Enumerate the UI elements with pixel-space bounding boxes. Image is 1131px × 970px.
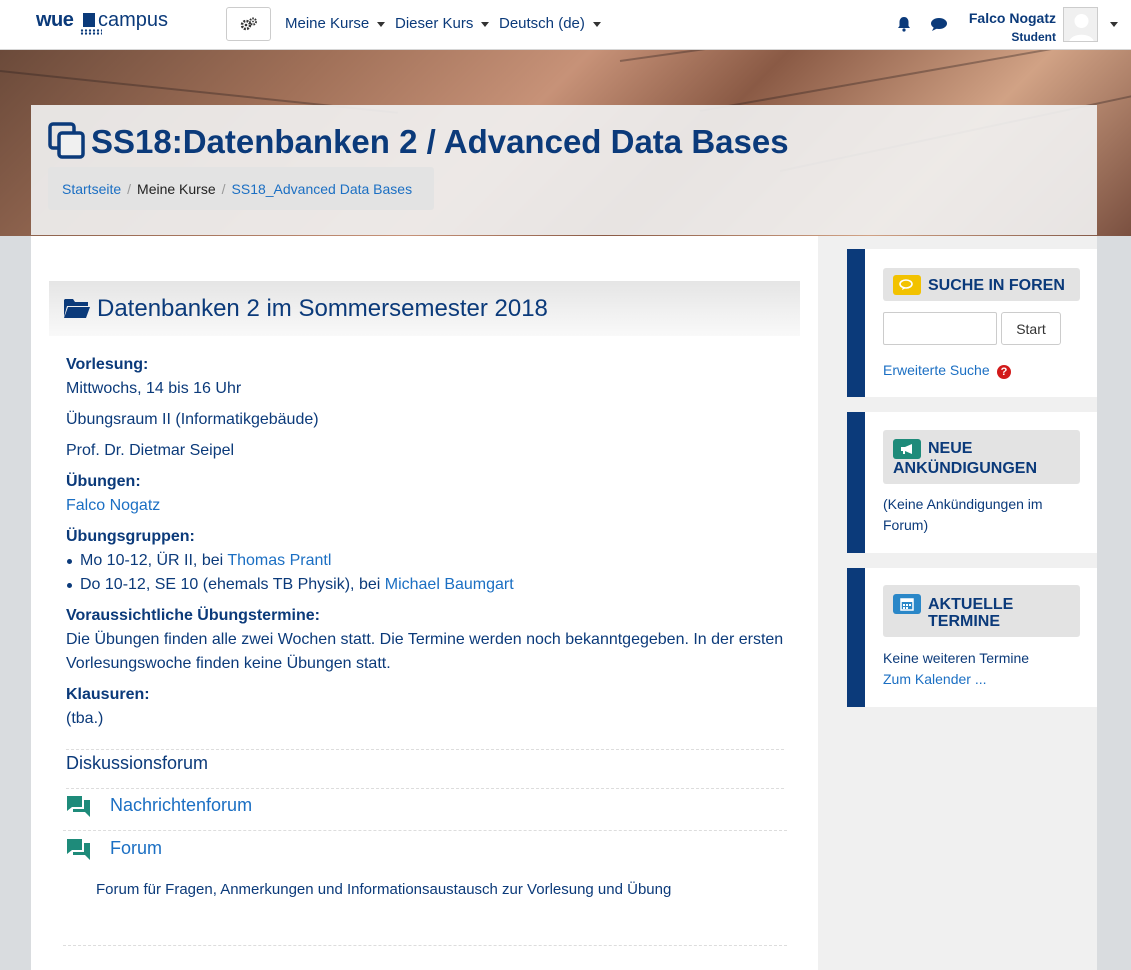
- breadcrumb-separator: /: [127, 181, 132, 197]
- vorlesung-time: Mittwochs, 14 bis 16 Uhr: [66, 380, 242, 397]
- breadcrumb: Startseite / Meine Kurse / SS18_Advanced Dat…: [48, 167, 434, 210]
- logo-text: campus: [98, 9, 169, 31]
- gruppe-1-text: Mo 10-12, ÜR II, bei: [80, 552, 228, 569]
- divider: [63, 945, 787, 946]
- forum-description: Forum für Fragen, Anmerkungen und Inform…: [96, 881, 672, 898]
- user-menu-caret-icon[interactable]: [1110, 22, 1118, 27]
- decor-line: [699, 50, 1131, 112]
- decor-line: [619, 50, 1131, 62]
- user-role: Student: [1011, 30, 1056, 44]
- logo-square: [83, 13, 95, 27]
- termine-label: Voraussichtliche Übungstermine:: [66, 607, 320, 624]
- termine-text-2: Vorlesungswoche finden keine Übungen sta…: [66, 655, 391, 672]
- breadcrumb-startseite[interactable]: Startseite: [62, 181, 121, 197]
- bullhorn-icon: [893, 439, 921, 459]
- uebungen-label: Übungen:: [66, 473, 141, 490]
- calendar-link-label: Zum Kalender ...: [883, 671, 987, 687]
- uebungen-tutor-link[interactable]: Falco Nogatz: [66, 497, 160, 515]
- main-content: [31, 236, 818, 970]
- klausuren-label: Klausuren:: [66, 686, 150, 703]
- block-title-line-2: ANKÜNDIGUNGEN: [893, 460, 1037, 477]
- user-silhouette-icon: [1069, 14, 1094, 41]
- vorlesung-room: Übungsraum II (Informatikgebäude): [66, 411, 319, 428]
- comments-icon: [893, 275, 921, 295]
- bullet: [67, 559, 72, 564]
- avatar[interactable]: [1063, 7, 1098, 42]
- vorlesung-label: Vorlesung:: [66, 356, 149, 373]
- help-icon[interactable]: ?: [997, 365, 1011, 379]
- gruppen-label: Übungsgruppen:: [66, 528, 195, 545]
- user-name[interactable]: Falco Nogatz: [969, 10, 1056, 26]
- divider: [66, 749, 784, 750]
- breadcrumb-separator: /: [221, 181, 226, 197]
- search-start-button[interactable]: Start: [1001, 312, 1061, 345]
- wuecampus-logo[interactable]: wue campus: [36, 9, 186, 39]
- termine-text-1: Die Übungen finden alle zwei Wochen stat…: [66, 631, 784, 648]
- forum-link[interactable]: Forum: [110, 838, 162, 859]
- gruppe-1-tutor-link[interactable]: Thomas Prantl: [227, 552, 331, 569]
- divider: [63, 830, 787, 831]
- gears-icon: [240, 17, 257, 31]
- nachrichtenforum-link[interactable]: Nachrichtenforum: [110, 795, 252, 816]
- caret-down-icon: [592, 21, 601, 27]
- menu-meine-kurse[interactable]: Meine Kurse: [285, 15, 386, 32]
- course-settings-button[interactable]: [226, 7, 271, 41]
- block-title: SUCHE IN FOREN: [928, 277, 1065, 294]
- caret-down-icon: [481, 21, 490, 27]
- bullet: [67, 583, 72, 588]
- gruppe-2: Do 10-12, SE 10 (ehemals TB Physik), bei…: [80, 576, 514, 594]
- calendar-icon: [893, 594, 921, 614]
- advanced-search-link[interactable]: Erweiterte Suche: [883, 360, 990, 381]
- logo-text-bold: wue: [36, 9, 74, 31]
- news-empty-line-1: (Keine Ankündigungen im: [883, 496, 1043, 512]
- vorlesung-prof: Prof. Dr. Dietmar Seipel: [66, 442, 235, 459]
- page-title: SS18:Datenbanken 2 / Advanced Data Bases: [91, 123, 789, 160]
- menu-label: Dieser Kurs: [395, 15, 474, 32]
- klausuren-value: (tba.): [66, 710, 104, 727]
- events-empty: Keine weiteren Termine: [883, 650, 1030, 666]
- folder-open-icon: [64, 299, 90, 318]
- news-empty-line-2: Forum): [883, 517, 929, 533]
- gruppe-2-tutor-link[interactable]: Michael Baumgart: [385, 576, 514, 593]
- block-title-line-2: TERMINE: [928, 613, 1000, 630]
- divider: [66, 788, 784, 789]
- chat-bubble-icon[interactable]: [930, 17, 948, 32]
- top-navbar: wue campus Meine Kurse Dieser Kurs Deuts…: [0, 0, 1131, 50]
- copy-icon: [48, 122, 85, 159]
- diskussionsforum-label: Diskussionsforum: [66, 753, 209, 773]
- caret-down-icon: [377, 21, 386, 27]
- menu-label: Deutsch (de): [499, 15, 585, 32]
- breadcrumb-meine-kurse: Meine Kurse: [137, 181, 216, 197]
- advanced-search-label: Erweiterte Suche: [883, 362, 990, 378]
- forum-icon: [67, 796, 90, 817]
- block-title-line-1: AKTUELLE: [928, 596, 1014, 613]
- bell-icon[interactable]: [896, 16, 912, 32]
- menu-language[interactable]: Deutsch (de): [499, 15, 601, 32]
- breadcrumb-course[interactable]: SS18_Advanced Data Bases: [232, 181, 413, 197]
- forum-icon: [67, 839, 90, 860]
- menu-dieser-kurs[interactable]: Dieser Kurs: [395, 15, 490, 32]
- block-title-line-1: NEUE: [928, 440, 973, 457]
- calendar-link[interactable]: Zum Kalender ...: [883, 669, 987, 690]
- section-title: Datenbanken 2 im Sommersemester 2018: [97, 295, 548, 322]
- forum-search-input[interactable]: [883, 312, 997, 345]
- gruppe-1: Mo 10-12, ÜR II, bei Thomas Prantl: [80, 552, 331, 570]
- menu-label: Meine Kurse: [285, 15, 370, 32]
- gruppe-2-text: Do 10-12, SE 10 (ehemals TB Physik), bei: [80, 576, 385, 593]
